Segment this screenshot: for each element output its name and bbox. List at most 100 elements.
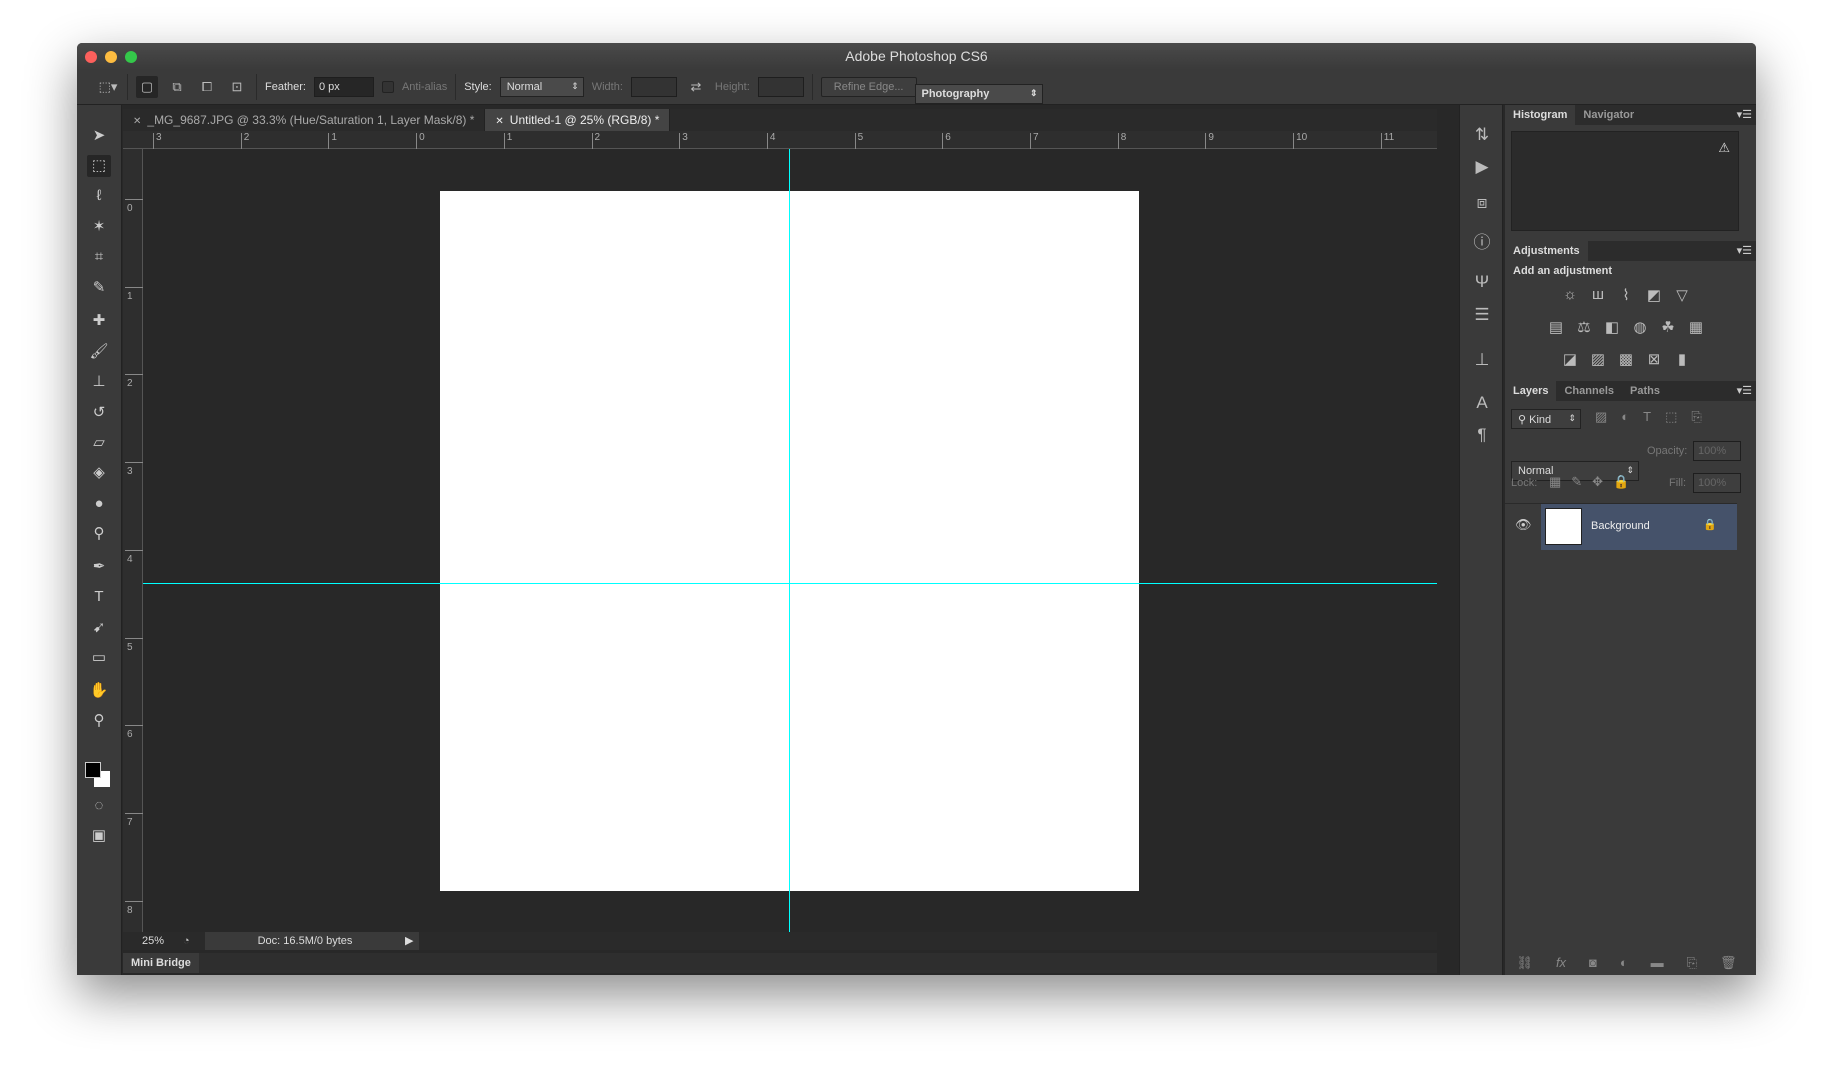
tab-adjustments[interactable]: Adjustments [1505,241,1588,261]
tab-mg-9687[interactable]: ✕ _MG_9687.JPG @ 33.3% (Hue/Saturation 1,… [123,109,486,131]
marquee-tool-icon[interactable]: ⬚ [87,155,111,177]
zoom-tool-icon[interactable]: ⚲ [87,710,111,732]
lasso-tool-icon[interactable]: ℓ [87,185,111,207]
exposure-icon[interactable]: ◩ [1643,286,1665,304]
close-tab-icon[interactable]: ✕ [495,116,503,127]
dodge-tool-icon[interactable]: ⚲ [87,523,111,545]
width-input[interactable] [630,77,677,97]
close-button[interactable] [85,51,97,63]
layer-name[interactable]: Background [1591,520,1650,532]
vibrance-icon[interactable]: ▽ [1671,286,1693,304]
panel-menu-icon[interactable]: ▾☰ [1737,108,1752,121]
delete-layer-icon[interactable]: 🗑 [1720,955,1737,975]
blur-tool-icon[interactable]: ● [87,493,111,515]
paragraph-icon[interactable]: ¶ [1471,425,1493,445]
minimize-button[interactable] [105,51,117,63]
tab-navigator[interactable]: Navigator [1575,105,1642,125]
brush-presets-icon[interactable]: Ψ [1471,272,1493,292]
eraser-tool-icon[interactable]: ▱ [87,432,111,454]
move-tool-icon[interactable]: ➤ [87,125,111,147]
add-mask-icon[interactable]: ◙ [1589,955,1597,975]
screen-mode-icon[interactable]: ▣ [87,825,111,847]
height-input[interactable] [757,77,804,97]
canvas-area[interactable] [143,149,1437,932]
history-icon[interactable]: ⇅ [1471,125,1493,145]
refine-edge-button[interactable]: Refine Edge... [820,77,917,97]
healing-brush-tool-icon[interactable]: ✚ [87,310,111,332]
style-select[interactable]: Normal [499,77,584,97]
hue-saturation-icon[interactable]: ▤ [1545,318,1567,336]
magic-wand-tool-icon[interactable]: ✶ [87,216,111,238]
crop-tool-icon[interactable]: ⌗ [87,246,111,268]
color-balance-icon[interactable]: ⚖ [1573,318,1595,336]
tab-paths[interactable]: Paths [1622,381,1668,401]
lock-icons[interactable]: ▦✎✥🔒 [1549,474,1639,490]
posterize-icon[interactable]: ▨ [1587,350,1609,368]
character-icon[interactable]: A [1471,393,1493,413]
layer-filter-icons[interactable]: ▨◐T⬚⎘ [1595,409,1716,425]
horizontal-guide[interactable] [143,583,1437,584]
feather-input[interactable]: 0 px [313,77,374,97]
clone-source-icon[interactable]: ⊥ [1471,350,1493,370]
link-layers-icon[interactable]: ⛓ [1516,955,1533,975]
panel-menu-icon[interactable]: ▾☰ [1737,384,1752,397]
swap-icon[interactable]: ⇄ [685,76,707,98]
photo-filter-icon[interactable]: ◍ [1629,318,1651,336]
status-share-icon[interactable]: ◔ [183,935,205,947]
layer-filter-select[interactable]: ⚲ Kind [1511,409,1581,429]
marquee-preset-icon[interactable]: ⬚▾ [97,76,119,98]
channel-mixer-icon[interactable]: ☘ [1657,318,1679,336]
layer-row-background[interactable]: 👁 Background 🔒 [1505,503,1737,550]
selective-color-icon[interactable]: ⊠ [1643,350,1665,368]
threshold-icon[interactable]: ▩ [1615,350,1637,368]
opacity-input[interactable]: 100% [1693,441,1741,461]
close-tab-icon[interactable]: ✕ [133,116,141,127]
tab-untitled-1[interactable]: ✕ Untitled-1 @ 25% (RGB/8) * [485,109,671,131]
clone-stamp-tool-icon[interactable]: ⊥ [87,371,111,393]
brush-icon[interactable]: ☰ [1471,305,1493,325]
new-group-icon[interactable]: ▬ [1651,955,1664,975]
zoom-button[interactable] [125,51,137,63]
actions-play-icon[interactable]: ▶ [1471,157,1493,177]
workspace-select[interactable]: Photography [914,84,1043,104]
tab-layers[interactable]: Layers [1505,381,1557,401]
eyedropper-tool-icon[interactable]: ✎ [87,277,111,299]
fill-input[interactable]: 100% [1693,473,1741,493]
3d-icon[interactable]: ⧈ [1471,193,1493,213]
curves-icon[interactable]: ⌇ [1615,286,1637,304]
gradient-map-icon[interactable]: ▮ [1671,350,1693,368]
levels-icon[interactable]: ш [1587,286,1609,303]
warning-icon[interactable]: ⚠ [1718,140,1730,156]
pen-tool-icon[interactable]: ✒ [87,556,111,578]
new-layer-icon[interactable]: ⎘ [1687,955,1697,975]
invert-icon[interactable]: ◪ [1559,350,1581,368]
foreground-color-swatch[interactable] [85,762,101,778]
intersect-selection-icon[interactable]: ⊡ [226,76,248,98]
hand-tool-icon[interactable]: ✋ [87,680,111,702]
visibility-eye-icon[interactable]: 👁 [1515,517,1532,533]
color-lookup-icon[interactable]: ▦ [1685,318,1707,336]
status-menu-arrow-icon[interactable]: ▶ [405,932,419,950]
black-white-icon[interactable]: ◧ [1601,318,1623,336]
antialias-checkbox[interactable] [381,81,394,93]
mini-bridge-tab[interactable]: Mini Bridge [123,953,199,973]
tab-histogram[interactable]: Histogram [1505,105,1576,125]
history-brush-tool-icon[interactable]: ↺ [87,402,111,424]
panel-menu-icon[interactable]: ▾☰ [1737,244,1752,257]
paint-bucket-tool-icon[interactable]: ◈ [87,462,111,484]
add-selection-icon[interactable]: ⧉ [166,76,188,98]
quick-mask-icon[interactable]: ◌ [87,795,111,817]
new-adjustment-layer-icon[interactable]: ◐ [1620,955,1628,975]
rectangle-tool-icon[interactable]: ▭ [87,647,111,669]
subtract-selection-icon[interactable]: ⧠ [196,76,218,98]
tab-channels[interactable]: Channels [1556,381,1622,401]
zoom-level[interactable]: 25% [123,935,183,947]
vertical-guide[interactable] [789,149,790,932]
type-tool-icon[interactable]: T [87,586,111,608]
brightness-icon[interactable]: ☼ [1559,286,1581,303]
info-icon[interactable]: ⓘ [1471,228,1493,253]
path-selection-tool-icon[interactable]: ➹ [87,617,111,639]
new-selection-icon[interactable]: ▢ [136,76,158,98]
brush-tool-icon[interactable]: 🖌 [87,341,111,363]
layer-style-icon[interactable]: fx [1556,955,1566,975]
